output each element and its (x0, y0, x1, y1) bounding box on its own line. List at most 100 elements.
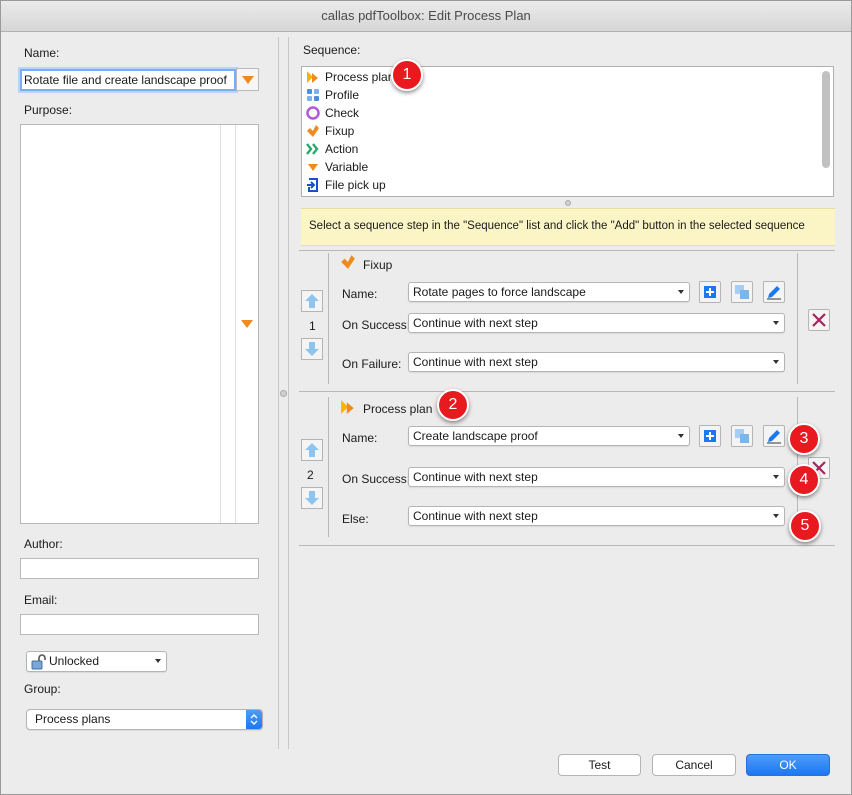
move-step-down-button[interactable] (301, 338, 323, 360)
step-2-bottom-rule (299, 545, 835, 546)
plus-icon (704, 430, 716, 442)
arrow-down-icon (305, 491, 319, 505)
process-plan-icon (307, 71, 318, 83)
remove-step-button[interactable] (808, 309, 830, 331)
arrow-down-icon (305, 342, 319, 356)
on-success-value: Continue with next step (413, 316, 538, 330)
fixup-icon (341, 255, 355, 269)
sequence-scrollbar[interactable] (822, 71, 830, 168)
variable-icon (308, 164, 318, 171)
duplicate-step-button[interactable] (731, 281, 753, 303)
step-2-left-rule (328, 397, 329, 537)
chevron-down-icon (773, 514, 779, 518)
updown-chevron-icon (250, 714, 258, 725)
orange-triangle-icon[interactable] (241, 320, 253, 328)
process-plan-icon (341, 400, 354, 414)
sequence-list[interactable]: Process plan Profile Check Fixup Action … (301, 66, 834, 197)
name-menu-button[interactable] (236, 68, 259, 91)
move-step-down-button[interactable] (301, 487, 323, 509)
else-select[interactable]: Continue with next step (408, 506, 785, 526)
edit-step-button[interactable] (763, 281, 785, 303)
orange-triangle-icon (242, 76, 254, 84)
step-name-select[interactable]: Rotate pages to force landscape (408, 282, 690, 302)
step-number: 1 (309, 319, 316, 333)
else-value: Continue with next step (413, 509, 538, 523)
move-step-up-button[interactable] (301, 439, 323, 461)
move-step-up-button[interactable] (301, 290, 323, 312)
name-input[interactable]: Rotate file and create landscape proof (20, 69, 236, 91)
window-title: callas pdfToolbox: Edit Process Plan (321, 8, 531, 23)
cancel-button[interactable]: Cancel (652, 754, 736, 776)
step-name-value: Create landscape proof (413, 429, 538, 443)
callout-badge: 2 (437, 389, 469, 421)
step-name-label: Name: (342, 431, 378, 445)
chevron-down-icon (155, 659, 161, 663)
step-number: 2 (307, 468, 314, 482)
duplicate-icon (735, 429, 749, 443)
step-separator (299, 391, 835, 392)
check-icon (306, 106, 320, 120)
step-1-right-rule (797, 253, 798, 384)
step-type: Process plan (363, 402, 433, 416)
on-success-label: On Success: (342, 318, 411, 332)
callout-badge: 5 (789, 510, 821, 542)
panel-splitter-right (288, 37, 289, 749)
callout-badge: 3 (788, 423, 820, 455)
step-name-label: Name: (342, 287, 378, 301)
lock-select[interactable]: Unlocked (26, 651, 167, 672)
step-1-top-rule (299, 250, 835, 251)
test-button[interactable]: Test (558, 754, 641, 776)
unlocked-padlock-icon (31, 654, 46, 670)
purpose-label: Purpose: (24, 103, 73, 117)
on-success-value: Continue with next step (413, 470, 538, 484)
author-label: Author: (24, 537, 63, 551)
add-step-button[interactable] (699, 281, 721, 303)
callout-badge: 1 (391, 59, 423, 91)
duplicate-step-button[interactable] (731, 425, 753, 447)
close-icon (812, 313, 826, 327)
email-label: Email: (24, 593, 58, 607)
step-name-value: Rotate pages to force landscape (413, 285, 586, 299)
group-value: Process plans (35, 712, 111, 726)
on-failure-label: On Failure: (342, 357, 402, 371)
lock-value: Unlocked (49, 654, 100, 668)
add-step-button[interactable] (699, 425, 721, 447)
step-name-select[interactable]: Create landscape proof (408, 426, 690, 446)
list-resize-handle[interactable] (565, 200, 571, 206)
purpose-divider-2 (235, 125, 236, 523)
purpose-textarea[interactable] (20, 124, 259, 524)
group-stepper (246, 710, 262, 729)
on-success-label: On Success: (342, 472, 411, 486)
fixup-icon (307, 125, 319, 137)
else-label: Else: (342, 512, 369, 526)
step-1-left-rule (328, 253, 329, 384)
pencil-icon (767, 286, 781, 300)
ok-button[interactable]: OK (746, 754, 830, 776)
panel-splitter-left (278, 37, 279, 749)
profile-icon (307, 89, 319, 101)
pencil-icon (767, 430, 781, 444)
author-input[interactable] (20, 558, 259, 579)
plus-icon (704, 286, 716, 298)
hint-bar: Select a sequence step in the "Sequence"… (301, 208, 835, 246)
action-icon (306, 143, 319, 155)
group-select[interactable]: Process plans (26, 709, 263, 730)
name-label: Name: (24, 46, 60, 60)
file-pick-up-icon (307, 178, 318, 192)
step-type: Fixup (363, 258, 393, 272)
on-failure-select[interactable]: Continue with next step (408, 352, 785, 372)
group-label: Group: (24, 682, 61, 696)
arrow-up-icon (305, 443, 319, 457)
chevron-down-icon (773, 321, 779, 325)
edit-step-button[interactable] (763, 425, 785, 447)
splitter-handle[interactable] (280, 390, 287, 397)
chevron-down-icon (678, 290, 684, 294)
duplicate-icon (735, 285, 749, 299)
sequence-label: Sequence: (303, 43, 361, 57)
on-success-select[interactable]: Continue with next step (408, 313, 785, 333)
title-bar: callas pdfToolbox: Edit Process Plan (1, 1, 851, 32)
hint-text: Select a sequence step in the "Sequence"… (309, 220, 805, 232)
edit-process-plan-window: callas pdfToolbox: Edit Process Plan Nam… (0, 0, 852, 795)
on-success-select[interactable]: Continue with next step (408, 467, 785, 487)
email-input[interactable] (20, 614, 259, 635)
